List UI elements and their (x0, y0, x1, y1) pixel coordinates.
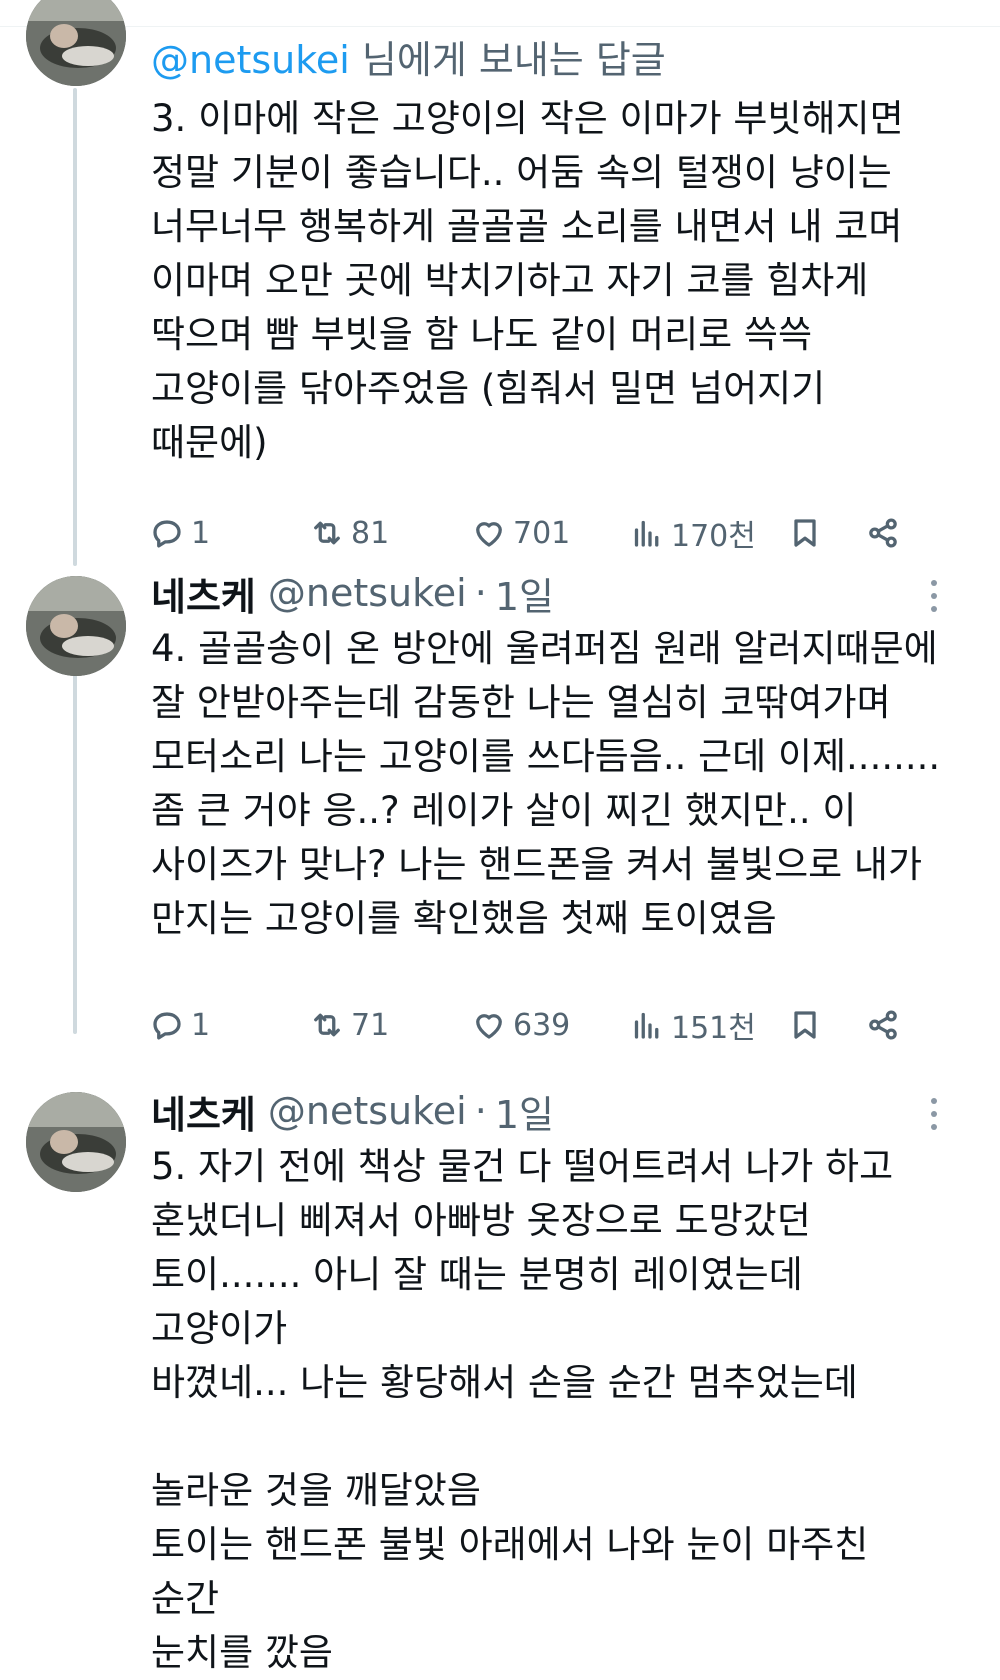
reply-icon (153, 1012, 181, 1040)
retweet-button[interactable]: 71 (309, 1000, 389, 1050)
timestamp[interactable]: 1일 (495, 1084, 554, 1139)
tweet-actions: 1 81 701 170천 (151, 508, 941, 558)
bookmark-icon (794, 1011, 816, 1039)
retweet-count: 71 (351, 1007, 390, 1043)
reply-icon (153, 520, 181, 548)
tweet-3[interactable]: 네츠케 @netsukei · 1일 5. 자기 전에 책상 물건 다 떨어트려… (151, 1086, 981, 1680)
tweet-actions: 1 71 639 151천 (151, 1000, 941, 1050)
display-name[interactable]: 네츠케 (151, 566, 256, 621)
user-handle[interactable]: @netsukei (268, 1089, 467, 1133)
retweet-icon (314, 1013, 340, 1037)
tweet-text: 4. 골골송이 온 방안에 울려퍼짐 원래 알러지때문에 잘 안받아주는데 감동… (151, 627, 941, 940)
reply-indicator: @netsukei 님에게 보내는 답글 (151, 36, 981, 84)
share-button[interactable] (865, 508, 907, 558)
reply-to-label: 님에게 보내는 답글 (349, 38, 666, 82)
share-icon (869, 518, 897, 548)
like-button[interactable]: 701 (471, 508, 570, 558)
tweet-text: 5. 자기 전에 책상 물건 다 떨어트려서 나가 하고 혼냈더니 삐져서 아빠… (151, 1145, 894, 1674)
views-icon (634, 1012, 659, 1039)
separator-dot: · (474, 1089, 487, 1133)
thread-line (73, 672, 77, 1034)
reply-button[interactable]: 1 (149, 1000, 210, 1050)
tweet-text: 3. 이마에 작은 고양이의 작은 이마가 부빗해지면 정말 기분이 좋습니다.… (151, 97, 904, 464)
avatar[interactable] (26, 0, 126, 86)
avatar[interactable] (26, 1092, 126, 1192)
tweet-header: 네츠케 @netsukei · 1일 (151, 566, 981, 621)
bookmark-button[interactable] (787, 508, 829, 558)
views-button[interactable]: 170천 (629, 508, 756, 558)
share-button[interactable] (865, 1000, 907, 1050)
retweet-icon (314, 521, 340, 545)
user-handle[interactable]: @netsukei (268, 571, 467, 615)
like-icon (476, 1014, 502, 1039)
more-icon[interactable] (927, 1098, 941, 1138)
like-count: 639 (513, 1007, 571, 1043)
views-icon (634, 520, 659, 547)
previous-tweet-edge (0, 0, 1000, 27)
like-count: 701 (513, 515, 571, 551)
views-count: 151천 (671, 1011, 756, 1046)
tweet-1[interactable]: @netsukei 님에게 보내는 답글 3. 이마에 작은 고양이의 작은 이… (151, 36, 981, 470)
reply-count: 1 (191, 515, 211, 551)
share-icon (869, 1010, 897, 1040)
more-icon[interactable] (927, 580, 941, 620)
bookmark-button[interactable] (787, 1000, 829, 1050)
reply-count: 1 (191, 1007, 211, 1043)
reply-button[interactable]: 1 (149, 508, 210, 558)
tweet-header: 네츠케 @netsukei · 1일 (151, 1084, 981, 1139)
timestamp[interactable]: 1일 (495, 566, 554, 621)
thread-line (73, 88, 77, 566)
tweet-2[interactable]: 네츠케 @netsukei · 1일 4. 골골송이 온 방안에 울려퍼짐 원래… (151, 568, 981, 946)
like-button[interactable]: 639 (471, 1000, 570, 1050)
views-button[interactable]: 151천 (629, 1000, 756, 1050)
display-name[interactable]: 네츠케 (151, 1084, 256, 1139)
like-icon (476, 522, 502, 547)
reply-mention-link[interactable]: @netsukei (151, 38, 350, 82)
bookmark-icon (794, 519, 816, 547)
avatar[interactable] (26, 576, 126, 676)
separator-dot: · (474, 571, 487, 615)
views-count: 170천 (671, 519, 756, 554)
retweet-button[interactable]: 81 (309, 508, 389, 558)
retweet-count: 81 (351, 515, 390, 551)
